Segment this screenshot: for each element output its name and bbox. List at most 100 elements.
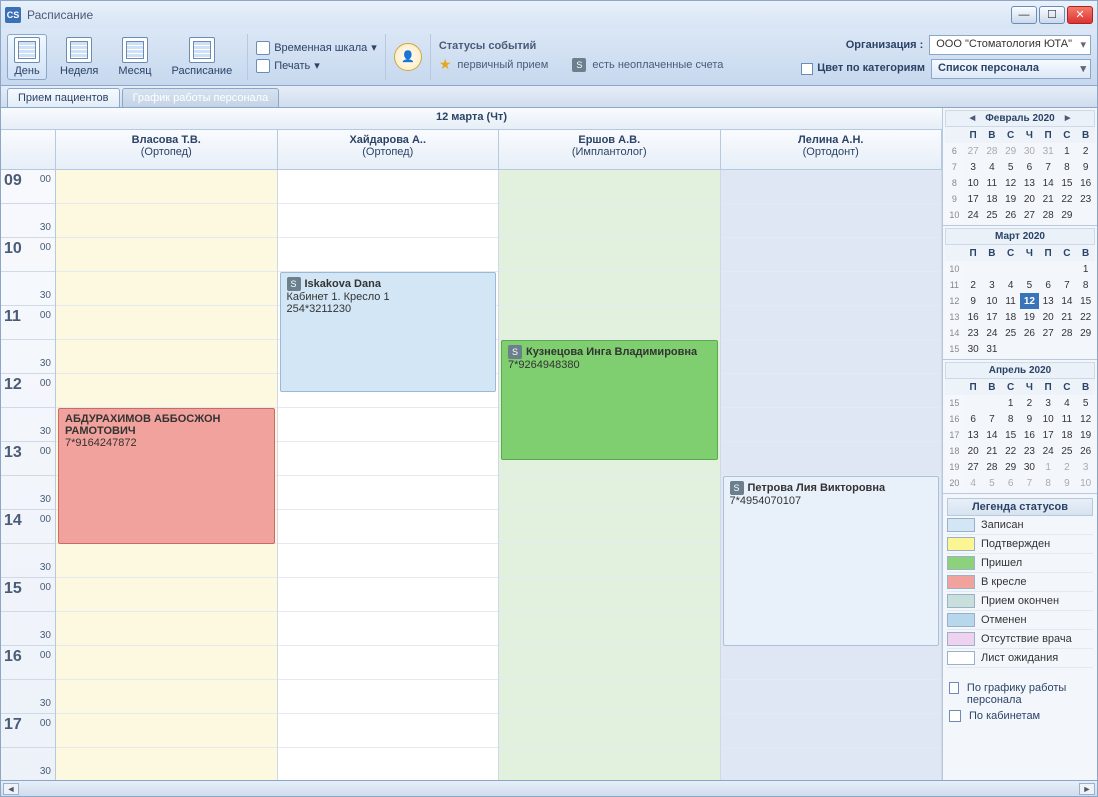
cal-day[interactable]: 15 bbox=[1001, 427, 1020, 443]
cal-day[interactable]: 18 bbox=[1001, 309, 1020, 325]
cal-day[interactable]: 20 bbox=[1020, 191, 1039, 207]
cal-day[interactable]: 3 bbox=[1039, 395, 1058, 411]
cal-day[interactable]: 11 bbox=[1058, 411, 1077, 427]
cal-day[interactable]: 8 bbox=[1039, 475, 1058, 491]
cal-day[interactable]: 28 bbox=[983, 459, 1002, 475]
cal-day[interactable]: 25 bbox=[983, 207, 1002, 223]
schedule-body[interactable]: 0900301000301100301200301300301400301500… bbox=[1, 170, 942, 780]
cal-day[interactable]: 2 bbox=[1020, 395, 1039, 411]
appointment[interactable]: SКузнецова Инга Владимировна7*9264948380 bbox=[501, 340, 718, 460]
cal-day[interactable] bbox=[1058, 341, 1077, 357]
cal-day[interactable]: 29 bbox=[1001, 459, 1020, 475]
cal-day[interactable]: 22 bbox=[1076, 309, 1095, 325]
cal-day[interactable]: 30 bbox=[1020, 459, 1039, 475]
appointment[interactable]: АБДУРАХИМОВ АББОСЖОН РАМОТОВИЧ7*91642478… bbox=[58, 408, 275, 544]
cal-day[interactable]: 20 bbox=[964, 443, 983, 459]
cal-day[interactable]: 27 bbox=[1020, 207, 1039, 223]
cal-day[interactable]: 17 bbox=[1039, 427, 1058, 443]
cal-day[interactable]: 15 bbox=[1058, 175, 1077, 191]
schedule-column[interactable]: SПетрова Лия Викторовна7*4954070107 bbox=[721, 170, 943, 780]
appointment[interactable]: SПетрова Лия Викторовна7*4954070107 bbox=[723, 476, 940, 646]
cal-day[interactable]: 28 bbox=[983, 143, 1002, 159]
cal-day[interactable]: 19 bbox=[1076, 427, 1095, 443]
cal-day[interactable]: 14 bbox=[1039, 175, 1058, 191]
cal-day[interactable]: 1 bbox=[1001, 395, 1020, 411]
cal-day[interactable]: 12 bbox=[1001, 175, 1020, 191]
cal-day[interactable] bbox=[1076, 207, 1095, 223]
cal-day[interactable]: 9 bbox=[1076, 159, 1095, 175]
cal-day[interactable]: 4 bbox=[1058, 395, 1077, 411]
cal-day[interactable]: 16 bbox=[1020, 427, 1039, 443]
cal-day[interactable]: 10 bbox=[983, 293, 1002, 309]
cal-day[interactable]: 13 bbox=[1039, 293, 1058, 309]
cal-day[interactable] bbox=[1020, 341, 1039, 357]
horizontal-scrollbar[interactable]: ◄ ► bbox=[0, 781, 1098, 797]
cal-day[interactable]: 30 bbox=[964, 341, 983, 357]
cal-day[interactable]: 7 bbox=[1039, 159, 1058, 175]
column-header[interactable]: Власова Т.В.(Ортопед) bbox=[56, 130, 278, 169]
cal-day[interactable]: 21 bbox=[983, 443, 1002, 459]
cal-day[interactable]: 27 bbox=[964, 143, 983, 159]
cal-day[interactable]: 16 bbox=[964, 309, 983, 325]
cal-day[interactable] bbox=[1076, 341, 1095, 357]
view-day-button[interactable]: День bbox=[7, 34, 47, 80]
column-header[interactable]: Лелина А.Н.(Ортодонт) bbox=[721, 130, 943, 169]
scroll-left-arrow[interactable]: ◄ bbox=[3, 783, 19, 795]
cal-day[interactable]: 29 bbox=[1058, 207, 1077, 223]
cal-day[interactable]: 4 bbox=[1001, 277, 1020, 293]
cal-day[interactable]: 12 bbox=[1076, 411, 1095, 427]
cal-day[interactable]: 30 bbox=[1020, 143, 1039, 159]
cal-day[interactable]: 3 bbox=[1076, 459, 1095, 475]
appointment[interactable]: SIskakova DanaКабинет 1. Кресло 1254*321… bbox=[280, 272, 497, 392]
cal-day[interactable]: 31 bbox=[983, 341, 1002, 357]
cal-prev-button[interactable]: ◄ bbox=[963, 113, 981, 124]
by-staff-schedule-checkbox[interactable]: По графику работы персонала bbox=[949, 682, 1091, 706]
print-button[interactable]: Печать ▾ bbox=[256, 59, 377, 73]
cal-day[interactable]: 23 bbox=[1020, 443, 1039, 459]
cal-day[interactable]: 1 bbox=[1076, 261, 1095, 277]
cal-day[interactable]: 24 bbox=[983, 325, 1002, 341]
cal-day[interactable]: 7 bbox=[983, 411, 1002, 427]
color-by-category-checkbox[interactable]: Цвет по категориям bbox=[801, 62, 925, 74]
cal-day[interactable]: 19 bbox=[1001, 191, 1020, 207]
cal-day[interactable]: 29 bbox=[1001, 143, 1020, 159]
cal-day[interactable]: 5 bbox=[983, 475, 1002, 491]
cal-day[interactable]: 8 bbox=[1076, 277, 1095, 293]
cal-day[interactable]: 15 bbox=[1076, 293, 1095, 309]
cal-day[interactable]: 25 bbox=[1001, 325, 1020, 341]
cal-day[interactable] bbox=[1001, 261, 1020, 277]
cal-day[interactable]: 31 bbox=[1039, 143, 1058, 159]
cal-day[interactable]: 10 bbox=[1039, 411, 1058, 427]
cal-day[interactable]: 4 bbox=[983, 159, 1002, 175]
cal-day[interactable]: 10 bbox=[964, 175, 983, 191]
cal-day[interactable]: 26 bbox=[1076, 443, 1095, 459]
cal-day[interactable]: 18 bbox=[1058, 427, 1077, 443]
cal-day[interactable]: 21 bbox=[1039, 191, 1058, 207]
cal-day[interactable]: 28 bbox=[1058, 325, 1077, 341]
cal-day[interactable] bbox=[983, 261, 1002, 277]
cal-day[interactable]: 13 bbox=[1020, 175, 1039, 191]
cal-day[interactable] bbox=[983, 395, 1002, 411]
cal-next-button[interactable]: ► bbox=[1059, 113, 1077, 124]
cal-day[interactable]: 2 bbox=[1076, 143, 1095, 159]
cal-day[interactable]: 23 bbox=[1076, 191, 1095, 207]
cal-day[interactable]: 5 bbox=[1020, 277, 1039, 293]
cal-day[interactable]: 10 bbox=[1076, 475, 1095, 491]
cal-day[interactable]: 26 bbox=[1001, 207, 1020, 223]
cal-day[interactable]: 3 bbox=[964, 159, 983, 175]
cal-day[interactable] bbox=[964, 261, 983, 277]
cal-day[interactable]: 14 bbox=[983, 427, 1002, 443]
cal-day[interactable]: 9 bbox=[964, 293, 983, 309]
window-maximize-button[interactable]: ☐ bbox=[1039, 6, 1065, 24]
cal-day[interactable]: 6 bbox=[1039, 277, 1058, 293]
cal-day[interactable]: 11 bbox=[1001, 293, 1020, 309]
cal-day[interactable]: 17 bbox=[964, 191, 983, 207]
window-close-button[interactable]: ✕ bbox=[1067, 6, 1093, 24]
cal-day[interactable]: 22 bbox=[1001, 443, 1020, 459]
cal-day[interactable]: 9 bbox=[1058, 475, 1077, 491]
cal-day[interactable]: 6 bbox=[1020, 159, 1039, 175]
view-week-button[interactable]: Неделя bbox=[53, 34, 105, 80]
cal-day[interactable] bbox=[964, 395, 983, 411]
cal-day[interactable]: 3 bbox=[983, 277, 1002, 293]
cal-day[interactable]: 21 bbox=[1058, 309, 1077, 325]
